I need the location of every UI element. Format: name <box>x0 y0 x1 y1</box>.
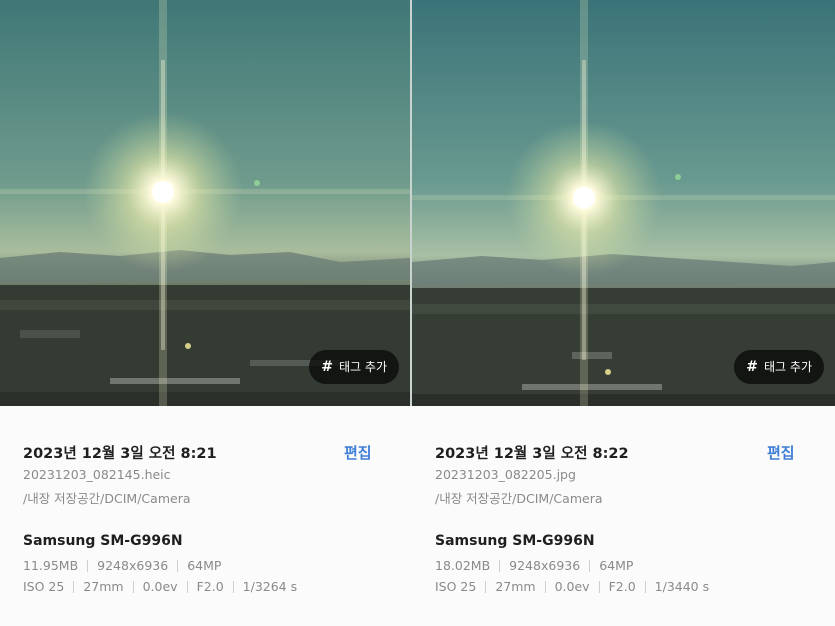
focal-length: 27mm <box>83 579 124 594</box>
add-tag-label: 태그 추가 <box>339 360 387 374</box>
hash-icon: # <box>321 359 334 375</box>
aperture: F2.0 <box>608 579 636 594</box>
edit-button[interactable]: 편집 <box>767 442 795 463</box>
sunrise-photo <box>0 0 410 406</box>
file-path: /내장 저장공간/DCIM/Camera <box>435 491 603 506</box>
file-meta-row: 11.95MB 9248x6936 64MP <box>23 558 221 573</box>
file-name: 20231203_082205.jpg <box>435 467 576 482</box>
separator <box>73 580 75 593</box>
file-size: 18.02MB <box>435 558 491 573</box>
device-name: Samsung SM-G996N <box>435 533 595 549</box>
separator <box>644 580 646 593</box>
add-tag-label: 태그 추가 <box>764 360 812 374</box>
file-path: /내장 저장공간/DCIM/Camera <box>23 491 191 506</box>
resolution: 9248x6936 <box>97 558 169 573</box>
photo-info-right: 2023년 12월 3일 오전 8:22 편집 20231203_082205.… <box>412 406 835 626</box>
file-name: 20231203_082145.heic <box>23 467 171 482</box>
hash-icon: # <box>746 359 759 375</box>
focal-length: 27mm <box>495 579 536 594</box>
separator <box>232 580 234 593</box>
separator <box>87 559 89 572</box>
shutter-speed: 1/3264 s <box>242 579 298 594</box>
aperture: F2.0 <box>196 579 224 594</box>
sunrise-photo <box>412 0 835 406</box>
megapixels: 64MP <box>187 558 222 573</box>
add-tag-button[interactable]: # 태그 추가 <box>309 350 399 384</box>
photo-image-left[interactable] <box>0 0 410 406</box>
iso: ISO 25 <box>23 579 65 594</box>
separator <box>186 580 188 593</box>
separator <box>485 580 487 593</box>
shutter-speed: 1/3440 s <box>654 579 710 594</box>
exposure-value: 0.0ev <box>554 579 590 594</box>
separator <box>589 559 591 572</box>
photo-detail-left: # 태그 추가 2023년 12월 3일 오전 8:21 편집 20231203… <box>0 0 410 626</box>
photo-date: 2023년 12월 3일 오전 8:21 <box>23 446 217 462</box>
file-meta-row: 18.02MB 9248x6936 64MP <box>435 558 633 573</box>
exposure-meta-row: ISO 25 27mm 0.0ev F2.0 1/3264 s <box>23 579 297 594</box>
iso: ISO 25 <box>435 579 477 594</box>
edit-button[interactable]: 편집 <box>344 442 372 463</box>
photo-image-right[interactable] <box>412 0 835 406</box>
screen: # 태그 추가 2023년 12월 3일 오전 8:21 편집 20231203… <box>0 0 835 626</box>
megapixels: 64MP <box>599 558 634 573</box>
photo-detail-right: # 태그 추가 2023년 12월 3일 오전 8:22 편집 20231203… <box>412 0 835 626</box>
resolution: 9248x6936 <box>509 558 581 573</box>
photo-date: 2023년 12월 3일 오전 8:22 <box>435 446 629 462</box>
separator <box>598 580 600 593</box>
file-size: 11.95MB <box>23 558 79 573</box>
separator <box>177 559 179 572</box>
separator <box>499 559 501 572</box>
photo-info-left: 2023년 12월 3일 오전 8:21 편집 20231203_082145.… <box>0 406 410 626</box>
exposure-meta-row: ISO 25 27mm 0.0ev F2.0 1/3440 s <box>435 579 709 594</box>
separator <box>544 580 546 593</box>
add-tag-button[interactable]: # 태그 추가 <box>734 350 824 384</box>
separator <box>132 580 134 593</box>
device-name: Samsung SM-G996N <box>23 533 183 549</box>
exposure-value: 0.0ev <box>142 579 178 594</box>
